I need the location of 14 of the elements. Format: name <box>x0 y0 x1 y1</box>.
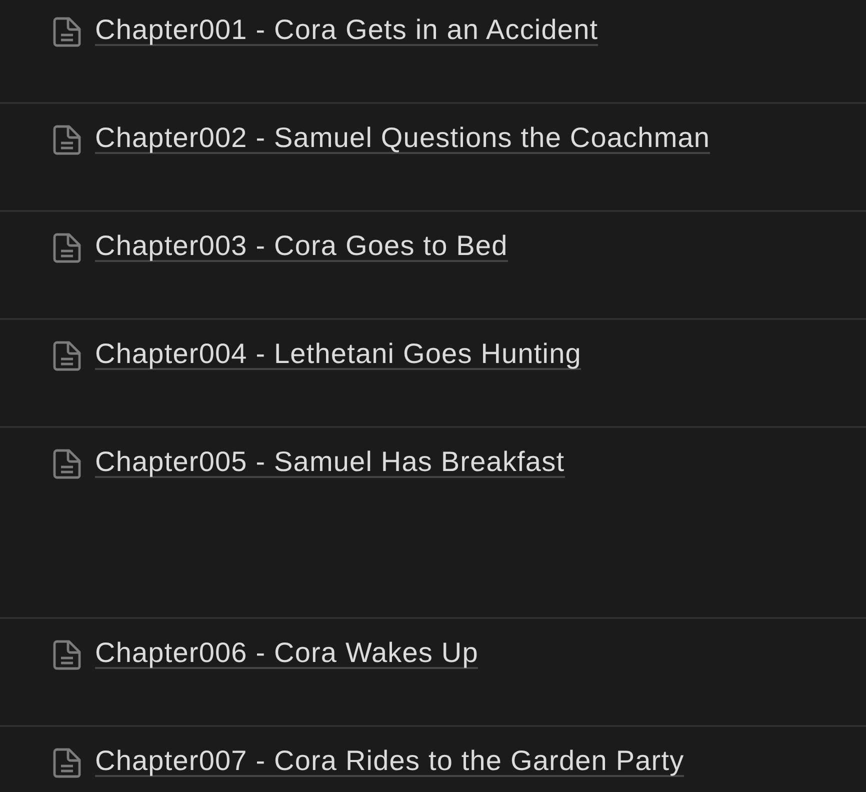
chapter-link[interactable]: Chapter005 - Samuel Has Breakfast <box>95 448 565 478</box>
document-icon <box>53 748 81 778</box>
document-icon <box>53 449 81 479</box>
chapter-link[interactable]: Chapter001 - Cora Gets in an Accident <box>95 16 598 46</box>
document-icon <box>53 640 81 670</box>
chapter-link[interactable]: Chapter006 - Cora Wakes Up <box>95 639 478 669</box>
chapter-link[interactable]: Chapter002 - Samuel Questions the Coachman <box>95 124 710 154</box>
document-icon <box>53 17 81 47</box>
document-icon <box>53 341 81 371</box>
document-icon <box>53 125 81 155</box>
chapter-link[interactable]: Chapter003 - Cora Goes to Bed <box>95 232 508 262</box>
chapter-link[interactable]: Chapter004 - Lethetani Goes Hunting <box>95 340 582 370</box>
document-icon <box>53 233 81 263</box>
chapter-link[interactable]: Chapter007 - Cora Rides to the Garden Party <box>95 747 684 777</box>
